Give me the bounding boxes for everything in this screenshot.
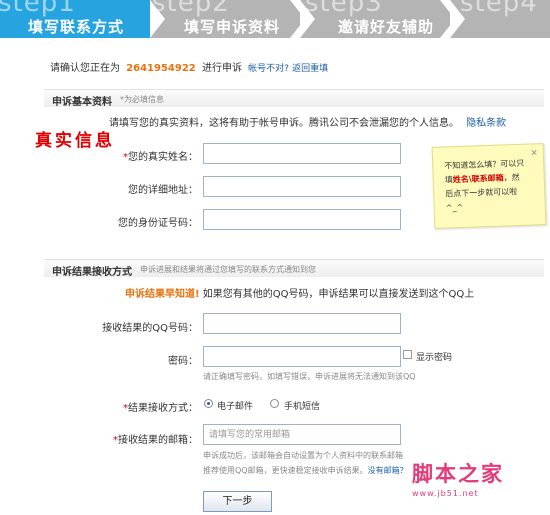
return-link[interactable]: 返回重填: [292, 64, 328, 74]
method-email-radio[interactable]: [204, 399, 213, 408]
email-hint-1: 申诉成功后，该邮箱会自动设置为个人资料中的联系邮箱: [203, 451, 403, 460]
next-step-button[interactable]: 下一步: [203, 491, 272, 512]
required-note: *为必填信息: [120, 95, 164, 104]
step-4: step4: [450, 0, 550, 38]
basic-info-header: 申诉基本资料 *为必填信息: [44, 89, 544, 108]
result-title: 申诉结果接收方式: [52, 267, 132, 278]
privacy-link[interactable]: 隐私条款: [466, 118, 506, 129]
real-name-input[interactable]: [203, 143, 401, 164]
id-number-label: 您的身份证号码：: [118, 218, 198, 229]
method-sms-radio[interactable]: [270, 399, 279, 408]
step-3: step3 邀请好友辅助: [300, 0, 465, 38]
method-email-label: 电子邮件: [217, 402, 254, 412]
step-3-title: 邀请好友辅助: [338, 18, 435, 36]
step-1: step1 填写联系方式: [0, 0, 165, 38]
step-2-title: 填写申诉资料: [184, 18, 281, 36]
confirm-line: 请确认您正在为 2641954922 进行申诉 帐号不对? 返回重填: [50, 59, 328, 74]
wrong-account-text: 帐号不对?: [248, 64, 289, 74]
watermark-cn: 脚本之家: [412, 461, 504, 486]
password-input[interactable]: [203, 346, 401, 367]
email-input[interactable]: [203, 424, 401, 445]
method-label: *结果接收方式：: [123, 403, 198, 414]
password-label: 密码：: [168, 356, 198, 367]
method-sms-label: 手机短信: [284, 402, 321, 412]
confirm-prefix: 请确认您正在为: [50, 63, 120, 74]
qq-label: 接收结果的QQ号码：: [102, 323, 198, 334]
result-note: 申诉进展和结果将通过您填写的联系方式通知到您: [140, 265, 316, 274]
email-label: *接收结果的邮箱：: [113, 435, 198, 446]
basic-intro: 请填写您的真实资料，这将有助于帐号申诉。腾讯公司不会泄漏您的个人信息。 隐私条款: [109, 114, 506, 129]
address-input[interactable]: [203, 176, 401, 197]
tip-highlight: 姓名\联系邮箱: [452, 173, 504, 185]
name-label: *您的真实姓名：: [123, 152, 198, 163]
id-number-input[interactable]: [203, 209, 401, 230]
confirm-suffix: 进行申诉: [201, 63, 242, 74]
basic-info-title: 申诉基本资料: [52, 97, 112, 108]
password-hint: 请正确填写密码，如填写错误，申诉进展将无法通知到该QQ: [203, 372, 416, 381]
address-label: 您的详细地址：: [128, 185, 198, 196]
know-early-text: 如果您有其他的QQ号码，申诉结果可以直接发送到这个QQ上: [202, 289, 475, 300]
step-bar: step1 填写联系方式 step2 填写申诉资料 step3 邀请好友辅助 s…: [0, 0, 550, 38]
site-watermark: 脚本之家 www.jb51.net: [412, 458, 542, 498]
know-early-line: 申诉结果早知道! 如果您有其他的QQ号码，申诉结果可以直接发送到这个QQ上: [125, 285, 474, 300]
no-email-link[interactable]: 没有邮箱？: [368, 466, 408, 475]
step-4-number: step4: [460, 0, 538, 18]
basic-intro-text: 请填写您的真实资料，这将有助于帐号申诉。腾讯公司不会泄漏您的个人信息。: [109, 118, 459, 129]
tip-line-4: ^_^: [445, 202, 464, 213]
qq-number-input[interactable]: [203, 313, 401, 334]
step-1-title: 填写联系方式: [28, 18, 125, 36]
show-password-label: 显示密码: [416, 353, 453, 363]
help-tip: × 不知道怎么填？可以只 填姓名\联系邮箱，然 后点下一步就可以啦 ^_^: [431, 143, 547, 229]
result-header: 申诉结果接收方式 申诉进展和结果将通过您填写的联系方式通知到您: [44, 259, 544, 278]
know-early-label: 申诉结果早知道!: [125, 289, 200, 300]
show-password-checkbox[interactable]: [403, 350, 412, 359]
account-number: 2641954922: [126, 63, 196, 74]
watermark-url: www.jb51.net: [412, 489, 479, 498]
email-hint-2: 推荐使用QQ邮箱，更快速稳定接收申诉结果。没有邮箱？: [203, 466, 408, 475]
real-info-annotation: 真实信息: [35, 131, 115, 151]
close-icon[interactable]: ×: [530, 146, 538, 160]
step-2: step2 填写申诉资料: [150, 0, 315, 38]
